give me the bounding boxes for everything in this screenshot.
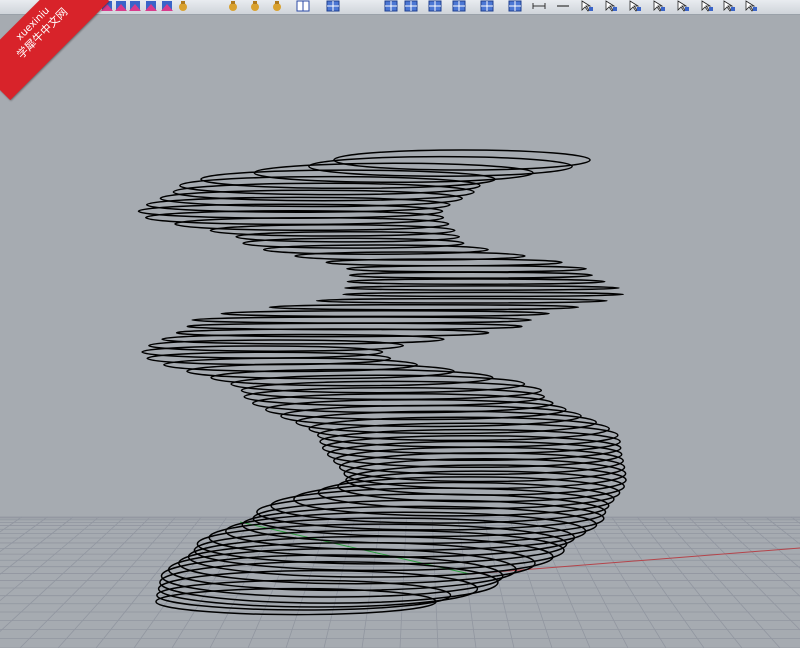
transform-arrow-icon xyxy=(129,1,141,11)
toolbar xyxy=(0,0,800,15)
viewport-layout-button[interactable] xyxy=(404,0,418,12)
transform-arrow-icon xyxy=(161,1,173,11)
select-cursor-icon xyxy=(701,0,713,12)
render-teapot-icon xyxy=(273,1,281,11)
render-teapot-icon xyxy=(179,1,187,11)
select-cursor-icon xyxy=(581,0,593,12)
viewport-layout-icon xyxy=(508,0,522,12)
select-cursor-button[interactable] xyxy=(628,0,642,12)
transform-arrow-icon xyxy=(115,1,127,11)
transform-arrow-button[interactable] xyxy=(114,0,128,12)
render-teapot-button[interactable] xyxy=(270,0,284,12)
line-button[interactable] xyxy=(556,0,570,12)
split-view-button[interactable] xyxy=(296,0,310,12)
split-view-icon xyxy=(296,0,310,12)
select-cursor-icon xyxy=(653,0,665,12)
select-cursor-icon xyxy=(605,0,617,12)
select-cursor-button[interactable] xyxy=(744,0,758,12)
transform-arrow-button[interactable] xyxy=(144,0,158,12)
select-cursor-button[interactable] xyxy=(580,0,594,12)
select-cursor-button[interactable] xyxy=(604,0,618,12)
viewport-layout-button[interactable] xyxy=(508,0,522,12)
viewport-layout-button[interactable] xyxy=(480,0,494,12)
render-teapot-button[interactable] xyxy=(176,0,190,12)
select-cursor-icon xyxy=(745,0,757,12)
viewport-layout-button[interactable] xyxy=(452,0,466,12)
transform-arrow-button[interactable] xyxy=(128,0,142,12)
select-cursor-button[interactable] xyxy=(676,0,690,12)
3d-scene[interactable] xyxy=(0,15,800,648)
viewport-layout-icon xyxy=(326,0,340,12)
viewport-layout-button[interactable] xyxy=(428,0,442,12)
render-teapot-button[interactable] xyxy=(248,0,262,12)
viewport-layout-icon xyxy=(384,0,398,12)
perspective-viewport[interactable] xyxy=(0,15,800,648)
viewport-background xyxy=(0,15,800,648)
viewport-layout-button[interactable] xyxy=(384,0,398,12)
render-teapot-icon xyxy=(251,1,259,11)
transform-arrow-icon xyxy=(145,1,157,11)
select-cursor-button[interactable] xyxy=(652,0,666,12)
viewport-layout-icon xyxy=(428,0,442,12)
viewport-layout-icon xyxy=(404,0,418,12)
viewport-layout-icon xyxy=(480,0,494,12)
transform-arrow-button[interactable] xyxy=(160,0,174,12)
distance-button[interactable] xyxy=(532,0,546,12)
distance-icon xyxy=(532,3,546,9)
select-cursor-icon xyxy=(629,0,641,12)
select-cursor-icon xyxy=(677,0,689,12)
select-cursor-button[interactable] xyxy=(722,0,736,12)
render-teapot-button[interactable] xyxy=(226,0,240,12)
select-cursor-button[interactable] xyxy=(700,0,714,12)
line-icon xyxy=(557,5,569,7)
select-cursor-icon xyxy=(723,0,735,12)
viewport-layout-button[interactable] xyxy=(326,0,340,12)
render-teapot-icon xyxy=(229,1,237,11)
viewport-layout-icon xyxy=(452,0,466,12)
